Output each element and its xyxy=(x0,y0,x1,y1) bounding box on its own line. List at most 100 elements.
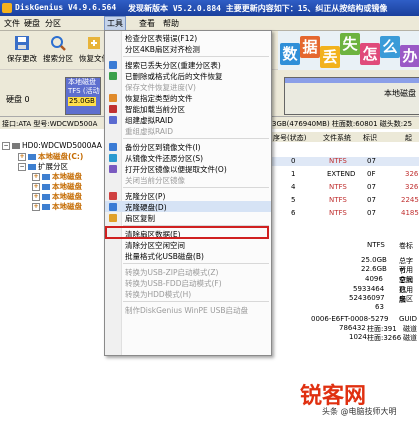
detail-label: 扇区 xyxy=(399,295,413,303)
banner-char: 数 xyxy=(280,43,300,65)
app-icon xyxy=(2,3,12,13)
partition-icon xyxy=(28,164,36,170)
partition-c-block[interactable]: 本地磁盘 TFS (活动 25.0GB xyxy=(65,77,101,115)
detail-value: 52436097 xyxy=(349,294,385,302)
menu-item-label: 批量格式化USB磁盘(B) xyxy=(125,252,204,261)
collapse-icon[interactable]: − xyxy=(18,163,26,171)
recover-icon xyxy=(88,37,100,49)
search-partition-button[interactable]: 搜索分区 xyxy=(40,33,76,67)
menu-item-icon xyxy=(109,165,117,173)
disk-tree: − HD0:WDCWD5000AA + 本地磁盘(C:) − 扩展分区 + 本地磁盘 +… xyxy=(0,129,106,426)
menu-item-label: 转换为HDD模式(H) xyxy=(125,290,192,299)
menu-item[interactable]: 备份分区到镜像文件(I) xyxy=(105,141,271,152)
disk-label: 硬盘 0 xyxy=(6,95,30,104)
menu-item-icon xyxy=(109,72,117,80)
menu-item: 制作DiskGenius WinPE USB启动盘 xyxy=(105,304,271,315)
menu-item[interactable]: 扇区复制 xyxy=(105,212,271,223)
partition-icon xyxy=(28,154,36,160)
detail-value: 柱面:3266 xyxy=(367,334,402,342)
save-icon xyxy=(15,36,29,50)
menu-item-icon xyxy=(109,61,117,69)
menu-separator xyxy=(123,56,269,57)
menu-item[interactable]: 克隆分区(P) xyxy=(105,190,271,201)
watermark-caption: 头条 @电脑技师大明 xyxy=(322,407,397,416)
tree-disk-node[interactable]: − HD0:WDCWD5000AA xyxy=(2,141,102,150)
menu-item[interactable]: 搜索已丢失分区(重建分区表) xyxy=(105,59,271,70)
partition-name: 本地磁盘 xyxy=(384,89,416,98)
detail-label: GUID xyxy=(399,315,418,323)
menu-item-label: 分区4KB扇区对齐检测 xyxy=(125,45,200,54)
save-changes-button[interactable]: 保存更改 xyxy=(4,33,40,67)
partition-icon xyxy=(42,174,50,180)
menu-help[interactable]: 帮助 xyxy=(163,18,179,29)
banner-char: 失 xyxy=(340,33,360,55)
banner-char: 怎 xyxy=(360,43,380,65)
partition-fs: TFS (活动 xyxy=(68,87,100,95)
partition-icon xyxy=(42,184,50,190)
menu-item[interactable]: 清除分区空闲空间 xyxy=(105,239,271,250)
disk-interface: 接口:ATA 型号:WDCWD500A xyxy=(2,120,98,128)
menu-item-label: 制作DiskGenius WinPE USB启动盘 xyxy=(125,306,249,315)
expand-icon[interactable]: + xyxy=(32,183,40,191)
menu-item[interactable]: 分区4KB扇区对齐检测 xyxy=(105,43,271,54)
menu-view[interactable]: 查看 xyxy=(139,18,155,29)
expand-icon[interactable]: + xyxy=(32,173,40,181)
menu-item[interactable]: 从镜像文件还原分区(S) xyxy=(105,152,271,163)
column-header: 序号(状态) xyxy=(273,134,307,142)
expand-icon[interactable]: + xyxy=(32,193,40,201)
detail-label: 卷标 xyxy=(399,242,413,250)
menu-file[interactable]: 文件 xyxy=(4,18,20,29)
menu-item-label: 重组虚拟RAID xyxy=(125,127,174,136)
collapse-icon[interactable]: − xyxy=(2,142,10,150)
menu-item[interactable]: 智能加载当前分区 xyxy=(105,103,271,114)
partition-size: 25.0GB xyxy=(68,97,96,106)
menu-item-icon xyxy=(109,214,117,222)
menu-separator xyxy=(123,187,269,188)
detail-value: NTFS xyxy=(367,241,385,249)
hdd-icon xyxy=(12,143,20,149)
menu-item: 转换为USB-FDD启动模式(F) xyxy=(105,277,271,288)
menu-item-icon xyxy=(109,116,117,124)
menu-disk[interactable]: 硬盘 xyxy=(24,18,40,29)
menu-item: 关闭当前分区镜像 xyxy=(105,174,271,185)
app-title: DiskGenius V4.9.6.564 xyxy=(15,3,117,12)
detail-value: 63 xyxy=(375,303,384,311)
detail-label: 磁道 xyxy=(403,334,417,342)
tools-menu: 检查分区表错误(F12) 分区4KB扇区对齐检测搜索已丢失分区(重建分区表) 已删除… xyxy=(104,30,272,356)
menu-separator xyxy=(123,301,269,302)
menu-item[interactable]: 已删除或格式化后的文件恢复 xyxy=(105,70,271,81)
highlight-box xyxy=(105,226,269,239)
column-header: 标识 xyxy=(363,134,377,142)
title-bar: DiskGenius V4.9.6.564 发现新版本 V5.2.0.884 主… xyxy=(0,0,419,16)
menu-partition[interactable]: 分区 xyxy=(45,18,61,29)
menu-item: 转换为USB-ZIP启动模式(Z) xyxy=(105,266,271,277)
menu-item[interactable]: 恢复指定类型的文件 xyxy=(105,92,271,103)
detail-value: 25.0GB xyxy=(361,256,387,264)
banner-char: 丢 xyxy=(320,46,340,68)
menu-item: 保存文件恢复进度(V) xyxy=(105,81,271,92)
column-header: 文件系统 xyxy=(323,134,351,142)
menu-item[interactable]: 检查分区表错误(F12) xyxy=(105,32,271,43)
detail-value: 5933464 xyxy=(353,285,385,293)
menu-item[interactable]: 批量格式化USB磁盘(B) xyxy=(105,250,271,261)
disk-geometry: 3GB(476940MB) 柱面数:60801 磁头数:25 xyxy=(272,120,413,128)
column-header: 起 xyxy=(405,134,412,142)
menu-separator xyxy=(123,138,269,139)
partition-name: 本地磁盘 xyxy=(68,78,96,86)
menu-item[interactable]: 打开分区镜像以便提取文件(O) xyxy=(105,163,271,174)
menu-item[interactable]: 组建虚拟RAID xyxy=(105,114,271,125)
ad-banner[interactable]: 数 据 丢 失 怎 么 办 xyxy=(278,31,419,73)
detail-value: 786432 xyxy=(339,324,366,332)
expand-icon[interactable]: + xyxy=(18,153,26,161)
partition-e-block[interactable]: 本地磁盘 xyxy=(284,77,419,115)
menu-tools[interactable]: 工具 xyxy=(104,16,126,31)
tree-partition-node[interactable]: + 本地磁盘 xyxy=(32,201,82,212)
banner-char: 办 xyxy=(400,45,419,67)
menu-item-icon xyxy=(109,192,117,200)
menu-item-label: 关闭当前分区镜像 xyxy=(125,176,185,185)
detail-value: 0006-E6FT-0008-5279 xyxy=(311,315,389,323)
menu-item[interactable]: 克隆硬盘(D) xyxy=(105,201,271,212)
detail-value: 1024 xyxy=(349,333,367,341)
update-notice[interactable]: 发现新版本 V5.2.0.884 主要更新内容如下：15、纠正从按结构或镜像 xyxy=(128,3,387,14)
expand-icon[interactable]: + xyxy=(32,203,40,211)
